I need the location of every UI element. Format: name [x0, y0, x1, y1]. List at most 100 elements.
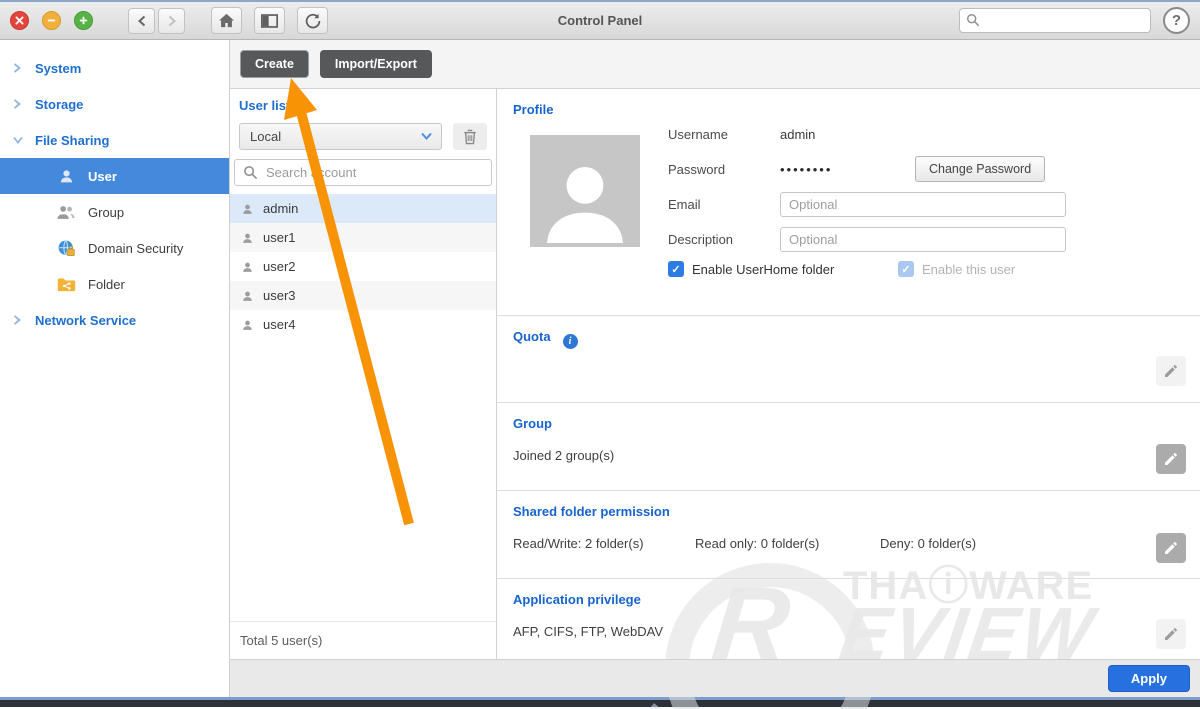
change-password-button[interactable]: Change Password [915, 156, 1046, 182]
user-icon [241, 318, 254, 332]
window-bottom-edge [0, 697, 1200, 707]
list-item-user2[interactable]: user2 [230, 252, 496, 281]
delete-user-button[interactable] [453, 123, 487, 150]
pencil-icon [1163, 540, 1179, 556]
home-icon[interactable] [211, 7, 242, 34]
application-privilege-value: AFP, CIFS, FTP, WebDAV [513, 624, 664, 639]
group-joined-text: Joined 2 group(s) [513, 448, 615, 463]
edit-shared-folder-button[interactable] [1156, 533, 1186, 563]
search-icon [243, 165, 258, 180]
group-section: Group Joined 2 group(s) [497, 403, 1200, 491]
email-field[interactable] [780, 191, 1066, 217]
profile-section: Profile Username admin Password ••••••••… [497, 89, 1200, 316]
password-row: Password •••••••• Change Password [668, 156, 1184, 182]
profile-fields: Username admin Password •••••••• Change … [668, 119, 1184, 277]
sidebar-item-folder[interactable]: Folder [0, 266, 229, 302]
chevron-down-icon [13, 136, 35, 144]
title-bar: Control Panel ? [0, 0, 1200, 40]
application-privilege-section: Application privilege AFP, CIFS, FTP, We… [497, 579, 1200, 659]
header-right-group: ? [959, 7, 1190, 34]
sidebar-item-network-service[interactable]: Network Service [0, 302, 229, 338]
user-list-controls: Local [230, 123, 496, 150]
sidebar-item-storage[interactable]: Storage [0, 86, 229, 122]
user-name: user2 [263, 259, 296, 274]
account-search-input[interactable] [234, 159, 492, 186]
zoom-window-button[interactable] [74, 11, 93, 30]
main-area: System Storage File Sharing User Group D… [0, 40, 1200, 697]
user-list-title: User list [239, 98, 291, 113]
domain-security-icon [55, 238, 77, 258]
help-icon[interactable]: ? [1163, 7, 1190, 34]
username-label: Username [668, 126, 728, 142]
edit-group-button[interactable] [1156, 444, 1186, 474]
info-icon[interactable]: i [562, 334, 578, 349]
import-export-button[interactable]: Import/Export [319, 50, 432, 78]
username-value: admin [780, 126, 816, 142]
sidebar-toggle-icon[interactable] [254, 7, 285, 34]
back-button[interactable] [128, 7, 155, 34]
sidebar-item-domain-security[interactable]: Domain Security [0, 230, 229, 266]
user-rows: admin user1 user2 user3 user4 [230, 194, 496, 621]
user-icon [241, 289, 254, 303]
forward-button[interactable] [158, 7, 185, 34]
enable-userhome-label: Enable UserHome folder [692, 261, 835, 277]
sidebar-item-system[interactable]: System [0, 50, 229, 86]
profile-body: Username admin Password •••••••• Change … [513, 119, 1184, 277]
account-type-dropdown[interactable]: Local [239, 123, 443, 150]
password-label: Password [668, 161, 726, 177]
avatar [530, 135, 640, 247]
minimize-window-button[interactable] [42, 11, 61, 30]
sidebar-item-label: Network Service [35, 312, 137, 328]
username-row: Username admin [668, 121, 1184, 147]
enable-user-checkbox-disabled: ✓ Enable this user [898, 261, 1015, 277]
shared-folder-section: Shared folder permission Read/Write: 2 f… [497, 491, 1200, 579]
close-window-button[interactable] [10, 11, 29, 30]
apply-button[interactable]: Apply [1107, 665, 1190, 692]
description-label: Description [668, 231, 734, 247]
sidebar-item-group[interactable]: Group [0, 194, 229, 230]
quota-header: Quota i [513, 329, 1184, 349]
checkbox-checked-icon: ✓ [668, 261, 684, 277]
history-nav-group [128, 7, 185, 34]
edit-quota-button[interactable] [1156, 356, 1186, 386]
user-icon [55, 166, 77, 186]
content-area: Create Import/Export User list Local Sea… [230, 40, 1200, 697]
read-only-count: Read only: 0 folder(s) [695, 536, 820, 551]
quota-section-title: Quota [513, 329, 551, 344]
list-item-user1[interactable]: user1 [230, 223, 496, 252]
email-label: Email [668, 196, 701, 212]
sidebar-item-label: User [88, 168, 117, 184]
list-item-admin[interactable]: admin [230, 194, 496, 223]
dropdown-selected-value: Local [250, 129, 282, 144]
edit-application-privilege-button[interactable] [1156, 619, 1186, 649]
group-icon [55, 202, 77, 222]
global-search [959, 8, 1151, 33]
control-panel-window: Control Panel ? System Storage File Shar… [0, 0, 1200, 709]
create-button[interactable]: Create [240, 50, 309, 78]
sidebar-item-file-sharing[interactable]: File Sharing [0, 122, 229, 158]
checkbox-row: ✓ Enable UserHome folder ✓ Enable this u… [668, 261, 1184, 277]
enable-userhome-checkbox[interactable]: ✓ Enable UserHome folder [668, 261, 898, 277]
application-privilege-title: Application privilege [513, 592, 641, 607]
chevron-right-icon [13, 63, 35, 73]
quota-section: Quota i [497, 316, 1200, 403]
deny-count: Deny: 0 folder(s) [880, 536, 977, 551]
password-masked-value: •••••••• [780, 161, 833, 177]
pencil-icon [1163, 363, 1179, 379]
description-field[interactable] [780, 226, 1066, 252]
sidebar-item-user[interactable]: User [0, 158, 229, 194]
sidebar-item-label: Domain Security [88, 240, 184, 256]
group-section-title: Group [513, 416, 552, 431]
list-item-user3[interactable]: user3 [230, 281, 496, 310]
list-item-user4[interactable]: user4 [230, 310, 496, 339]
user-name: admin [263, 201, 299, 216]
bottom-action-bar: Apply [230, 659, 1200, 697]
refresh-icon[interactable] [297, 7, 328, 34]
profile-section-title: Profile [513, 102, 554, 117]
pencil-icon [1163, 451, 1179, 467]
shared-folder-stats: Read/Write: 2 folder(s) Read only: 0 fol… [513, 536, 1184, 551]
search-icon [966, 13, 980, 27]
user-name: user1 [263, 230, 296, 245]
global-search-input[interactable] [959, 8, 1151, 33]
shared-folder-section-title: Shared folder permission [513, 504, 670, 519]
